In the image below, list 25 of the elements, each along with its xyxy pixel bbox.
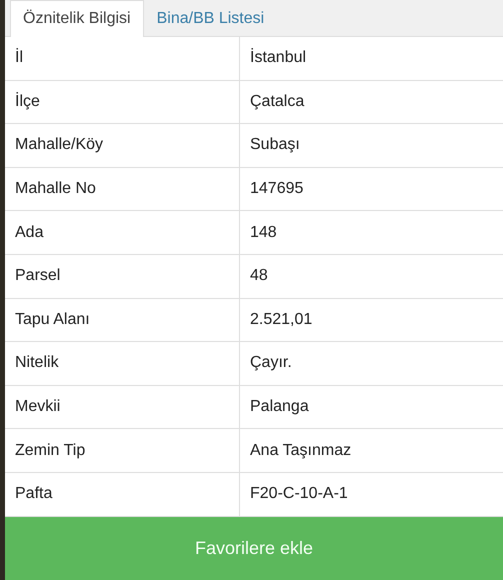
tab[interactable]: Bina/BB Listesi [144, 0, 278, 37]
table-cell-text: Subaşı [249, 135, 301, 156]
table-cell-text: Çayır. [249, 353, 293, 374]
table-cell: İl [5, 37, 240, 80]
table-cell: Mahalle No [5, 168, 240, 210]
table-cell: Mahalle/Köy [5, 124, 240, 167]
table-cell: Tapu Alanı [5, 298, 240, 342]
table-cell: İlçe [5, 80, 240, 124]
tab[interactable]: Öznitelik Bilgisi [10, 0, 144, 37]
table-cell: Nitelik [5, 342, 240, 385]
table-cell-text: Palanga [249, 397, 310, 418]
table-cell-text: 148 [249, 222, 278, 243]
table-cell: Ada [5, 211, 240, 254]
table-cell-text: İstanbul [249, 47, 308, 68]
table-cell-text: 147695 [249, 179, 304, 200]
add-to-favorites-button[interactable]: Favorilere ekle [5, 517, 503, 580]
table-cell-text: Çatalca [249, 92, 306, 112]
table-cell: Parsel [5, 254, 240, 298]
table-cell-text: F20-C-10-A-1 [249, 484, 349, 504]
table-cell-text: 48 [249, 266, 269, 286]
table-cell: Pafta [5, 472, 240, 516]
table-cell: Zemin Tip [5, 429, 240, 472]
table-cell-text: Ana Taşınmaz [249, 440, 352, 461]
table-cell: Mevkii [5, 386, 240, 428]
table-cell-text: 2.521,01 [249, 310, 314, 330]
